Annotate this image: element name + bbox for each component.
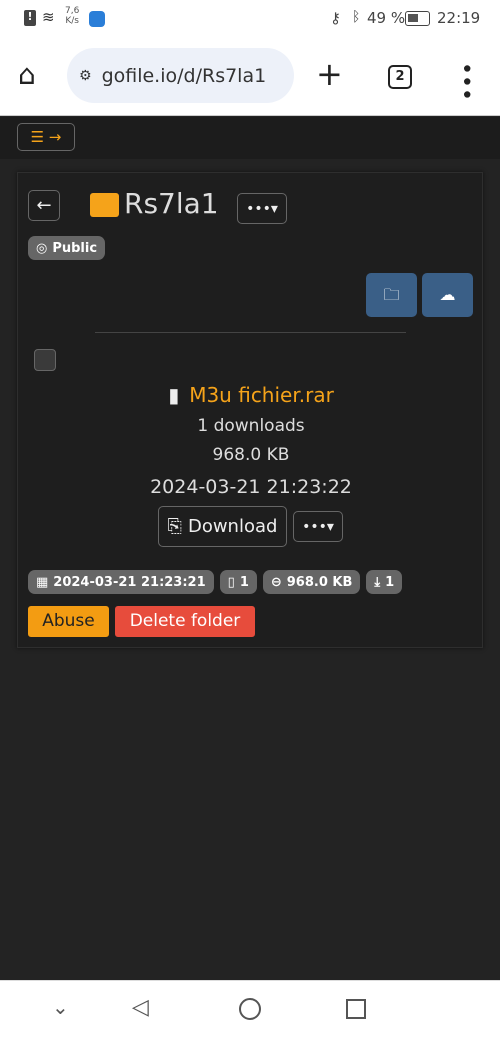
app-notification-icon <box>89 11 105 27</box>
folder-options-button[interactable]: •••▾ <box>237 193 287 224</box>
folder-plus-icon: 🗀 <box>383 285 400 304</box>
back-button[interactable]: ← <box>28 190 60 221</box>
home-icon[interactable]: ⌂ <box>18 58 36 91</box>
folder-icon <box>90 193 119 217</box>
delete-folder-button[interactable]: Delete folder <box>115 606 255 637</box>
upload-button[interactable]: ☁ <box>422 273 473 317</box>
calendar-icon: ▦ <box>36 574 49 590</box>
home-nav-icon[interactable] <box>239 998 261 1020</box>
menu-icon[interactable]: ••• <box>453 62 478 101</box>
divider <box>95 332 406 333</box>
downloads-badge: ⤓ 1 <box>366 570 403 594</box>
top-bar: ☰ → <box>0 117 500 159</box>
battery-icon <box>405 11 430 26</box>
battery-level: 49 % <box>367 9 406 27</box>
net-speed-unit: K/s <box>65 16 79 26</box>
eye-icon: ◎ <box>36 240 48 256</box>
file-name-row: ▮ M3u fichier.rar <box>18 383 484 407</box>
visibility-badge: ◎ Public <box>28 236 106 260</box>
chevron-down-icon[interactable]: ⌄ <box>52 995 69 1019</box>
file-size: 968.0 KB <box>212 445 290 465</box>
folder-stats: ▦ 2024-03-21 21:23:21 ▯ 1 ⊖ 968.0 KB ⤓ 1 <box>28 570 403 594</box>
folder-title: Rs7la1 <box>124 187 219 220</box>
wifi-icon: ≋ <box>42 8 55 26</box>
drive-icon: ⊖ <box>270 574 282 590</box>
status-bar: ! ≋ 7,6 K/s ⚷ ᛒ 49 % 22:19 <box>0 0 500 38</box>
cloud-upload-icon: ☁ <box>439 285 456 304</box>
file-checkbox[interactable] <box>34 349 56 371</box>
tab-switcher-button[interactable]: 2 <box>388 65 412 89</box>
download-button[interactable]: ⎘ Download <box>158 506 287 547</box>
file-downloads: 1 downloads <box>197 416 305 436</box>
address-bar[interactable]: ⚙ gofile.io/d/Rs7la1 <box>67 48 294 103</box>
file-download-icon: ⎘ <box>167 516 182 537</box>
new-tab-icon[interactable]: + <box>316 54 343 94</box>
file-options-button[interactable]: •••▾ <box>293 511 343 542</box>
file-name-link[interactable]: M3u fichier.rar <box>189 383 334 407</box>
file-count-badge: ▯ 1 <box>219 570 257 594</box>
size-badge: ⊖ 968.0 KB <box>262 570 361 594</box>
create-folder-button[interactable]: 🗀 <box>366 273 417 317</box>
url-text: gofile.io/d/Rs7la1 <box>101 64 267 87</box>
sidebar-toggle-button[interactable]: ☰ → <box>17 123 75 151</box>
zip-file-icon: ▮ <box>168 383 180 407</box>
system-nav-bar: ⌄ ◁ <box>0 980 500 1037</box>
clock: 22:19 <box>437 9 481 27</box>
abuse-button[interactable]: Abuse <box>28 606 109 637</box>
net-speed: 7,6 <box>65 6 80 16</box>
alert-icon: ! <box>24 10 36 26</box>
recents-nav-icon[interactable] <box>346 999 366 1019</box>
browser-toolbar: ⌂ ⚙ gofile.io/d/Rs7la1 + 2 ••• <box>0 38 500 116</box>
download-icon: ⤓ <box>374 574 381 590</box>
key-icon: ⚷ <box>330 9 341 27</box>
site-settings-icon[interactable]: ⚙ <box>79 68 92 84</box>
bluetooth-icon: ᛒ <box>352 9 361 25</box>
created-date-badge: ▦ 2024-03-21 21:23:21 <box>28 570 214 594</box>
files-icon: ▯ <box>227 574 235 590</box>
back-nav-icon[interactable]: ◁ <box>132 995 149 1020</box>
file-date: 2024-03-21 21:23:22 <box>150 476 352 498</box>
folder-card: ← Rs7la1 •••▾ ◎ Public 🗀 ☁ ▮ M3u fichier.r… <box>17 172 483 648</box>
